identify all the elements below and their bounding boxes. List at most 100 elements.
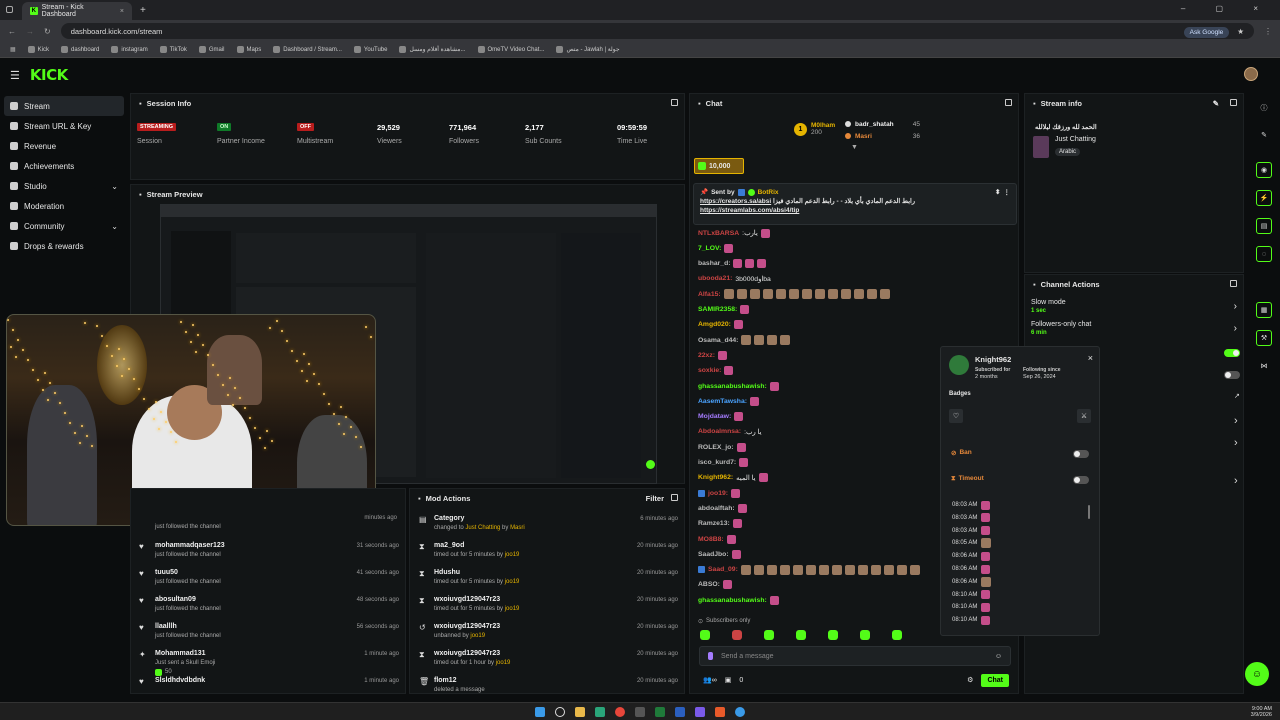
mod-action-row[interactable]: ⧗ wxoiuvgd129047r23 timed out for 5 minute… — [410, 592, 684, 619]
pinned-message[interactable]: 📌 Sent by BotRix ⬍ ⋮ https://creators.sa… — [693, 183, 1017, 225]
sidebar-item-achievements[interactable]: Achievements — [0, 156, 128, 176]
chat-username[interactable]: Mojdataw: — [698, 413, 731, 420]
sidebar-item-drops-rewards[interactable]: Drops & rewards — [0, 236, 128, 256]
chat-message[interactable]: Alfa15: — [698, 287, 890, 301]
new-tab-icon[interactable]: + — [140, 5, 146, 16]
chat-message[interactable]: isco_kurd7: — [698, 456, 749, 470]
gifter-row[interactable]: badr_shatah 45 — [845, 118, 920, 130]
chat-username[interactable]: ghassanabushawish: — [698, 383, 767, 390]
chevron-right-icon[interactable]: › — [1234, 323, 1237, 334]
chat-username[interactable]: Knight962: — [698, 474, 733, 481]
expand-icon[interactable] — [671, 99, 678, 106]
chat-message[interactable]: Mojdataw: — [698, 410, 744, 424]
viewers-icon[interactable]: 👥∞ — [703, 676, 717, 684]
log-entry[interactable]: 08:03 AM — [952, 499, 991, 511]
user-card-close-icon[interactable]: × — [1088, 353, 1093, 363]
search-icon[interactable] — [555, 706, 565, 717]
chat-username[interactable]: ubooda21: — [698, 275, 732, 282]
quick-emote-icon[interactable] — [892, 630, 902, 640]
bookmark-item[interactable]: instagram — [111, 46, 148, 53]
chat-username[interactable]: 7_LOV: — [698, 245, 721, 252]
settings-icon[interactable]: ⚙ — [967, 676, 973, 684]
log-entry[interactable]: 08:05 AM — [952, 537, 992, 549]
sidebar-item-stream[interactable]: Stream — [4, 96, 124, 116]
bookmark-item[interactable]: TikTok — [159, 46, 187, 53]
tab-search-icon[interactable] — [6, 6, 13, 13]
chevron-right-icon[interactable]: › — [1234, 437, 1238, 449]
sidebar-item-stream-url-key[interactable]: Stream URL & Key — [0, 116, 128, 136]
word-icon[interactable] — [675, 706, 685, 717]
chat-message[interactable]: Osama_d44: — [698, 333, 791, 347]
mod-action-row[interactable]: 🗑 flom12 deleted a message 20 minutes ago — [410, 673, 684, 693]
link-icon[interactable]: ⋈ — [1256, 358, 1272, 374]
reload-icon[interactable]: ↻ — [44, 27, 51, 36]
chat-message[interactable]: ghassanabushawish: — [698, 379, 779, 393]
chat-username[interactable]: 22xz: — [698, 352, 715, 359]
pinned-link-2[interactable]: https://streamlabs.com/absi4/tip — [700, 207, 799, 214]
channel-action-toggle[interactable] — [1224, 371, 1240, 379]
sidebar-item-revenue[interactable]: Revenue — [0, 136, 128, 156]
chat-icon[interactable]: ◌ — [1256, 246, 1272, 262]
bolt-icon[interactable]: ⚡ — [1256, 190, 1272, 206]
chat-message[interactable]: MO8B8: — [698, 532, 736, 546]
chat-username[interactable]: ghassanabushawish: — [698, 597, 767, 604]
mod-action-row[interactable]: ⧗ ma2_9od timed out for 5 minutes by joo19… — [410, 538, 684, 565]
log-entry[interactable]: 08:10 AM — [952, 601, 991, 613]
bookmark-item[interactable]: Maps — [236, 46, 261, 53]
mod-action-button[interactable]: ⚔ — [1077, 409, 1091, 423]
grid-icon[interactable]: ▦ — [1256, 302, 1272, 318]
mod-action-row[interactable]: ↺ wxoiuvgd129047r23 unbanned by joo19 20 mi… — [410, 619, 684, 646]
chat-message[interactable]: bashar_d: — [698, 257, 767, 271]
telegram-icon[interactable] — [735, 706, 745, 717]
chevron-right-icon[interactable]: › — [1234, 475, 1238, 487]
send-chat-button[interactable]: Chat — [981, 673, 1009, 687]
chat-username[interactable]: Osama_d44: — [698, 337, 738, 344]
wrench-icon[interactable]: ⚒ — [1256, 330, 1272, 346]
log-entry[interactable]: 08:03 AM — [952, 512, 991, 524]
channel-action-slow-mode[interactable]: Slow mode 1 sec › — [1031, 299, 1237, 319]
tab-close-icon[interactable]: × — [120, 8, 124, 15]
store-icon[interactable] — [635, 706, 645, 717]
mod-action-row[interactable]: ⧗ Hdushu timed out for 5 minutes by joo19 2… — [410, 565, 684, 592]
chat-message[interactable]: Amgd020: — [698, 318, 743, 332]
chat-username[interactable]: MO8B8: — [698, 536, 724, 543]
sidebar-item-moderation[interactable]: Moderation — [0, 196, 128, 216]
chat-message[interactable]: Abdoalmnsa::يا رب — [698, 425, 762, 439]
expand-icon[interactable] — [1230, 99, 1237, 106]
follower-row[interactable]: ♥ llaalllh just followed the channel 56 sec… — [131, 619, 405, 646]
bookmark-item[interactable]: Gmail — [198, 46, 225, 53]
info-icon[interactable]: ⓘ — [1256, 100, 1272, 116]
quick-emote-icon[interactable] — [764, 630, 774, 640]
quick-emote-icon[interactable] — [828, 630, 838, 640]
chat-message[interactable]: 22xz: — [698, 348, 728, 362]
log-entry[interactable]: 08:06 AM — [952, 563, 991, 575]
ban-toggle[interactable] — [1073, 450, 1089, 458]
chat-message[interactable]: Ramze13: — [698, 517, 742, 531]
note-icon[interactable]: ▤ — [1256, 218, 1272, 234]
chrome-icon[interactable] — [615, 706, 625, 717]
chevron-down-icon[interactable]: ⌄ — [111, 182, 118, 191]
channel-action-toggle[interactable] — [1224, 349, 1240, 357]
kicks-goal[interactable]: 10,000 — [694, 158, 744, 174]
chat-username[interactable]: AasemTawsha: — [698, 398, 747, 405]
chat-username[interactable]: Abdoalmnsa: — [698, 428, 741, 435]
mod-action-row[interactable]: ▤ Category changed to Just Chatting by Mas… — [410, 511, 684, 538]
mic-icon[interactable] — [708, 652, 713, 660]
chevron-right-icon[interactable]: › — [1234, 415, 1238, 427]
log-entry[interactable]: 08:06 AM — [952, 550, 991, 562]
log-entry[interactable]: 08:06 AM — [952, 576, 992, 588]
chat-username[interactable]: ROLEX_jo: — [698, 444, 734, 451]
excel-icon[interactable] — [655, 706, 665, 717]
follower-row[interactable]: ♥ abosultan09 just followed the channel 48 … — [131, 592, 405, 619]
bookmark-item[interactable]: dashboard — [61, 46, 99, 53]
chat-message[interactable]: joo19: — [698, 486, 741, 500]
pen-icon[interactable]: ✎ — [1256, 127, 1272, 143]
bookmark-item[interactable]: Kick — [27, 46, 49, 53]
chat-username[interactable]: joo19: — [708, 490, 728, 497]
chat-username[interactable]: Saad_09: — [708, 566, 738, 573]
log-entry[interactable]: 08:03 AM — [952, 525, 991, 537]
chat-username[interactable]: Alfa15: — [698, 291, 721, 298]
quick-emote-icon[interactable] — [700, 630, 710, 640]
floating-chat-button[interactable]: ☺ — [1245, 662, 1269, 686]
user-avatar[interactable] — [1244, 67, 1258, 81]
